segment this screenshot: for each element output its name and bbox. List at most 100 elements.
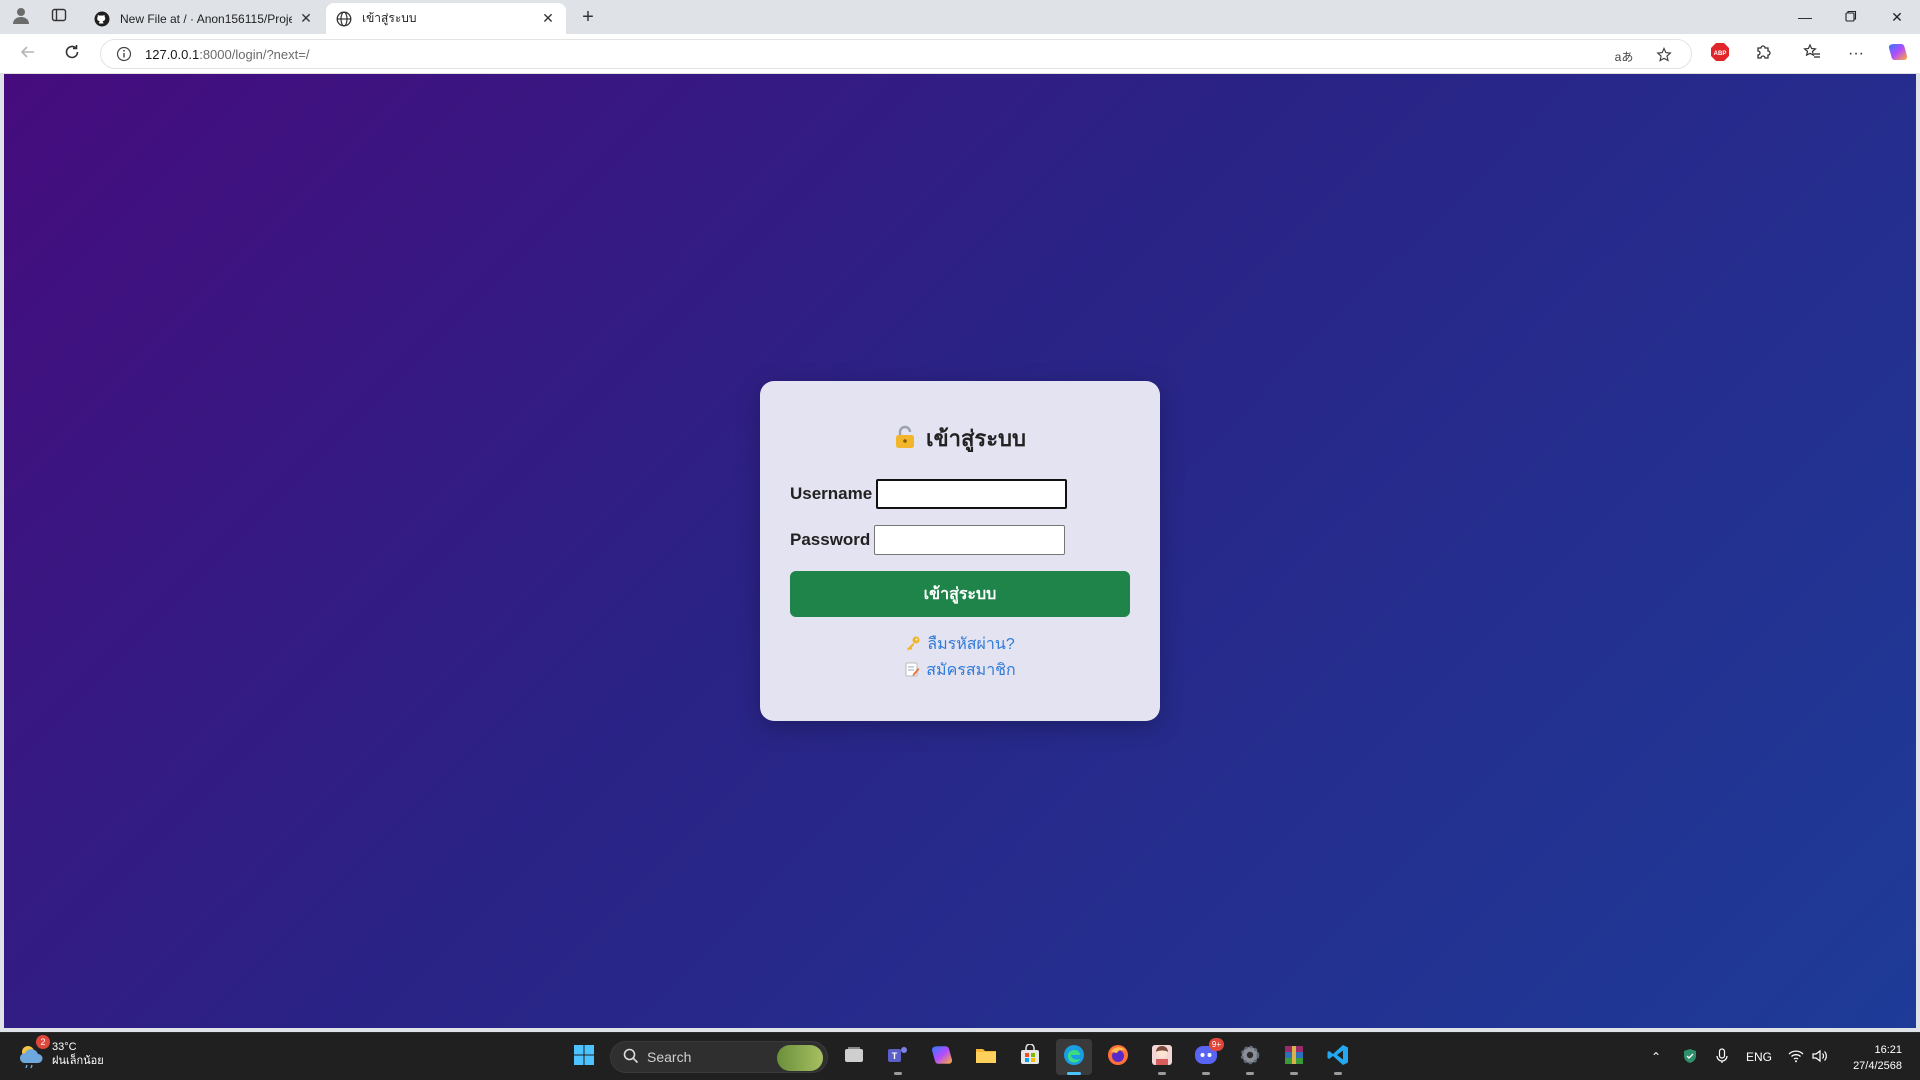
username-input[interactable] xyxy=(876,479,1068,509)
close-window-button[interactable]: ✕ xyxy=(1874,0,1920,34)
register-text: สมัครสมาชิก xyxy=(926,662,1016,679)
taskbar-clock[interactable]: 16:21 27/4/2568 xyxy=(1853,1042,1902,1074)
teams-icon: T xyxy=(887,1044,909,1071)
edge-app[interactable] xyxy=(1056,1039,1092,1075)
copilot-button[interactable] xyxy=(1884,40,1912,68)
microphone-tray-icon[interactable] xyxy=(1710,1033,1734,1080)
forgot-password-link[interactable]: ลืมรหัสผ่าน? xyxy=(760,633,1160,659)
adblock-extension-button[interactable]: ABP xyxy=(1706,40,1734,68)
taskbar: 2 33°C ฝนเล็กน้อย Search T 9+ ⌃ ENG 16:2… xyxy=(0,1032,1920,1080)
refresh-icon xyxy=(63,43,81,66)
login-card: เข้าสู่ระบบ Username Password เข้าสู่ระบ… xyxy=(760,381,1160,721)
globe-icon xyxy=(336,11,352,27)
settings-app[interactable] xyxy=(1232,1039,1268,1075)
clock-date: 27/4/2568 xyxy=(1853,1060,1902,1072)
discord-icon: 9+ xyxy=(1194,1037,1224,1071)
info-icon[interactable] xyxy=(109,46,139,62)
shield-icon xyxy=(1682,1048,1698,1067)
tab-close-button[interactable]: ✕ xyxy=(298,10,314,27)
new-tab-button[interactable]: + xyxy=(574,4,602,30)
restore-icon xyxy=(1845,9,1857,25)
store-icon xyxy=(1019,1042,1041,1071)
tab-strip: New File at / · Anon156115/Proje ✕ เข้าส… xyxy=(0,0,1920,34)
wifi-tray-icon[interactable] xyxy=(1784,1033,1808,1080)
winrar-app[interactable] xyxy=(1276,1039,1312,1075)
close-icon: ✕ xyxy=(1891,8,1903,25)
weather-icon: 2 xyxy=(16,1035,50,1069)
store-app[interactable] xyxy=(1012,1039,1048,1075)
weather-desc: ฝนเล็กน้อย xyxy=(52,1055,104,1067)
tab-github[interactable]: New File at / · Anon156115/Proje ✕ xyxy=(84,3,324,34)
address-bar[interactable]: 127.0.0.1:8000/login/?next=/ aあ xyxy=(100,39,1692,69)
running-indicator xyxy=(1158,1072,1166,1075)
login-title: เข้าสู่ระบบ xyxy=(760,421,1160,456)
weather-widget[interactable]: 2 33°C ฝนเล็กน้อย xyxy=(16,1035,104,1069)
tab-actions-button[interactable] xyxy=(42,4,76,30)
language-indicator[interactable]: ENG xyxy=(1744,1033,1774,1080)
svg-text:ABP: ABP xyxy=(1714,51,1727,57)
read-aloud-button[interactable]: aあ xyxy=(1609,45,1639,67)
firefox-app[interactable] xyxy=(1100,1039,1136,1075)
favorite-star-button[interactable] xyxy=(1649,45,1679,67)
gear-icon xyxy=(1239,1044,1261,1071)
volume-tray-icon[interactable] xyxy=(1808,1033,1832,1080)
tab-close-button[interactable]: ✕ xyxy=(540,10,556,27)
back-button[interactable] xyxy=(14,40,42,68)
vscode-icon xyxy=(1327,1044,1349,1071)
copilot-app[interactable] xyxy=(924,1039,960,1075)
restore-button[interactable] xyxy=(1828,0,1874,34)
chevron-up-icon: ⌃ xyxy=(1650,1050,1662,1064)
wifi-icon xyxy=(1788,1049,1804,1066)
minimize-icon: — xyxy=(1798,9,1812,25)
firefox-icon xyxy=(1107,1044,1129,1071)
forgot-password-text: ลืมรหัสผ่าน? xyxy=(927,636,1015,653)
close-icon: ✕ xyxy=(300,10,312,26)
login-submit-button[interactable]: เข้าสู่ระบบ xyxy=(790,571,1130,617)
password-input[interactable] xyxy=(874,525,1066,555)
running-indicator xyxy=(1290,1072,1298,1075)
copilot-icon xyxy=(1888,42,1908,67)
login-title-text: เข้าสู่ระบบ xyxy=(926,426,1026,451)
tab-login[interactable]: เข้าสู่ระบบ ✕ xyxy=(326,3,566,34)
favorites-button[interactable] xyxy=(1798,40,1826,68)
arrow-left-icon xyxy=(19,43,37,66)
password-row: Password xyxy=(790,525,1066,555)
taskbar-search[interactable]: Search xyxy=(610,1041,828,1073)
register-link[interactable]: สมัครสมาชิก xyxy=(760,659,1160,685)
task-view-icon xyxy=(843,1046,865,1069)
profile-button[interactable] xyxy=(4,4,38,30)
start-button[interactable] xyxy=(566,1039,602,1075)
tab-title: New File at / · Anon156115/Proje xyxy=(120,11,292,26)
anime-app[interactable] xyxy=(1144,1039,1180,1075)
url-host: 127.0.0.1 xyxy=(145,46,200,62)
file-explorer-app[interactable] xyxy=(968,1039,1004,1075)
task-view-button[interactable] xyxy=(836,1039,872,1075)
url-text: 127.0.0.1:8000/login/?next=/ xyxy=(145,47,309,62)
svg-text:T: T xyxy=(892,1051,898,1061)
lock-icon xyxy=(894,425,916,455)
star-icon xyxy=(1656,46,1672,66)
extensions-button[interactable] xyxy=(1750,40,1778,68)
minimize-button[interactable]: — xyxy=(1782,0,1828,34)
close-icon: ✕ xyxy=(542,10,554,26)
settings-menu-button[interactable]: ··· xyxy=(1842,40,1870,68)
weather-badge: 2 xyxy=(36,1035,50,1049)
running-indicator xyxy=(1067,1072,1081,1075)
defender-tray-icon[interactable] xyxy=(1678,1033,1702,1080)
edge-icon xyxy=(1062,1043,1086,1072)
discord-app[interactable]: 9+ xyxy=(1188,1037,1224,1075)
discord-badge: 9+ xyxy=(1208,1037,1224,1051)
running-indicator xyxy=(1334,1072,1342,1075)
teams-app[interactable]: T xyxy=(880,1039,916,1075)
username-label: Username xyxy=(790,484,873,503)
tray-overflow-button[interactable]: ⌃ xyxy=(1644,1033,1668,1080)
refresh-button[interactable] xyxy=(58,40,86,68)
key-icon xyxy=(905,635,921,659)
running-indicator xyxy=(894,1072,902,1075)
running-indicator xyxy=(1246,1072,1254,1075)
memo-icon xyxy=(904,661,920,685)
clock-time: 16:21 xyxy=(1874,1044,1902,1056)
copilot-icon xyxy=(931,1044,953,1071)
search-placeholder: Search xyxy=(647,1049,692,1065)
vscode-app[interactable] xyxy=(1320,1039,1356,1075)
